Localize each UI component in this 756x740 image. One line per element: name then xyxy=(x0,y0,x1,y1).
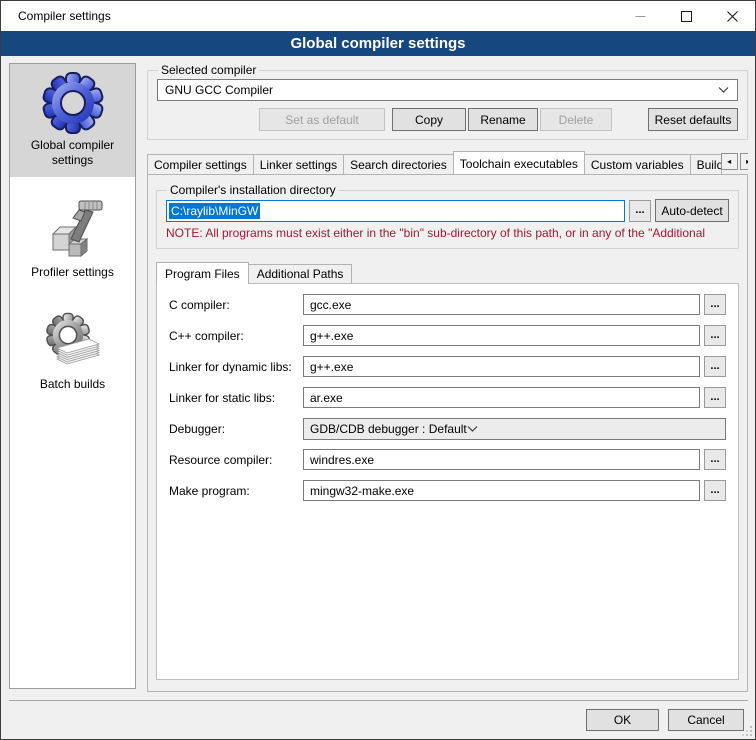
subtab-additional-paths[interactable]: Additional Paths xyxy=(248,264,353,283)
tab-linker-settings[interactable]: Linker settings xyxy=(253,154,344,174)
compiler-settings-window: Compiler settings Global compiler settin… xyxy=(0,0,756,740)
c-compiler-input[interactable]: gcc.exe xyxy=(303,294,700,315)
field-row: Linker for dynamic libs: g++.exe ... xyxy=(169,356,726,377)
titlebar: Compiler settings xyxy=(1,1,755,31)
c-compiler-label: C compiler: xyxy=(169,298,303,312)
selected-text: C:\raylib\MinGW xyxy=(169,203,260,219)
maximize-button[interactable] xyxy=(663,1,709,31)
toolchain-subtabs: Program Files Additional Paths xyxy=(156,261,739,283)
browse-directory-button[interactable]: ... xyxy=(629,200,651,222)
delete-button[interactable]: Delete xyxy=(540,108,612,131)
footer-divider xyxy=(9,700,748,701)
debugger-value: GDB/CDB debugger : Default xyxy=(310,422,467,436)
maximize-icon xyxy=(681,11,692,22)
dialog-header: Global compiler settings xyxy=(1,31,755,56)
minimize-icon xyxy=(635,11,646,22)
close-icon xyxy=(727,11,738,22)
dialog-content: Global compiler settings xyxy=(1,56,755,692)
resource-compiler-value: windres.exe xyxy=(310,453,374,467)
tab-compiler-settings[interactable]: Compiler settings xyxy=(147,154,254,174)
auto-detect-button[interactable]: Auto-detect xyxy=(655,199,729,222)
settings-sidebar: Global compiler settings xyxy=(9,63,136,689)
main-panel: Selected compiler GNU GCC Compiler Set a… xyxy=(147,63,748,692)
linker-static-label: Linker for static libs: xyxy=(169,391,303,405)
field-row: C compiler: gcc.exe ... xyxy=(169,294,726,315)
selected-compiler-legend: Selected compiler xyxy=(158,63,259,77)
tab-custom-variables[interactable]: Custom variables xyxy=(584,154,691,174)
minimize-button[interactable] xyxy=(617,1,663,31)
linker-dynamic-input[interactable]: g++.exe xyxy=(303,356,700,377)
compiler-buttons-row: Set as default Copy Rename Delete Reset … xyxy=(157,108,738,131)
browse-linker-dynamic-button[interactable]: ... xyxy=(704,356,726,377)
sidebar-item-profiler-settings[interactable]: Profiler settings xyxy=(10,191,135,289)
caption-buttons xyxy=(617,1,755,31)
sidebar-item-label: Profiler settings xyxy=(31,265,114,279)
subtab-program-files[interactable]: Program Files xyxy=(156,262,249,284)
sidebar-item-global-compiler-settings[interactable]: Global compiler settings xyxy=(10,64,135,177)
linker-static-value: ar.exe xyxy=(310,391,343,405)
browse-c-compiler-button[interactable]: ... xyxy=(704,294,726,315)
tab-scroll-left-icon[interactable]: ◂ xyxy=(721,153,738,170)
linker-static-input[interactable]: ar.exe xyxy=(303,387,700,408)
tab-build-truncated[interactable]: Build xyxy=(690,154,722,174)
compiler-combobox[interactable]: GNU GCC Compiler xyxy=(157,79,738,101)
set-as-default-button[interactable]: Set as default xyxy=(259,108,385,131)
installation-directory-input[interactable]: C:\raylib\MinGW xyxy=(166,200,625,222)
make-program-input[interactable]: mingw32-make.exe xyxy=(303,480,700,501)
resource-compiler-label: Resource compiler: xyxy=(169,453,303,467)
sidebar-item-batch-builds[interactable]: Batch builds xyxy=(10,303,135,401)
cancel-button[interactable]: Cancel xyxy=(668,709,744,731)
window-title: Compiler settings xyxy=(1,9,111,23)
c-compiler-value: gcc.exe xyxy=(310,298,351,312)
browse-cpp-compiler-button[interactable]: ... xyxy=(704,325,726,346)
linker-dynamic-label: Linker for dynamic libs: xyxy=(169,360,303,374)
selected-compiler-group: Selected compiler GNU GCC Compiler Set a… xyxy=(147,63,748,140)
debugger-label: Debugger: xyxy=(169,422,303,436)
cpp-compiler-label: C++ compiler: xyxy=(169,329,303,343)
program-files-panel: C compiler: gcc.exe ... C++ compiler: g+… xyxy=(156,283,739,680)
installation-directory-group: Compiler's installation directory C:\ray… xyxy=(156,183,739,249)
make-program-label: Make program: xyxy=(169,484,303,498)
chevron-down-icon xyxy=(467,426,478,432)
linker-dynamic-value: g++.exe xyxy=(310,360,353,374)
ok-button[interactable]: OK xyxy=(586,709,659,731)
footer-buttons: OK Cancel xyxy=(586,709,744,731)
chevron-down-icon xyxy=(718,87,729,93)
reset-defaults-button[interactable]: Reset defaults xyxy=(648,108,738,131)
debugger-combobox[interactable]: GDB/CDB debugger : Default xyxy=(303,418,726,440)
batch-builds-icon xyxy=(41,310,105,374)
sidebar-item-label: Batch builds xyxy=(40,377,105,391)
field-row: Linker for static libs: ar.exe ... xyxy=(169,387,726,408)
toolchain-executables-panel: Compiler's installation directory C:\ray… xyxy=(147,174,748,692)
resize-grip[interactable] xyxy=(742,726,753,737)
tab-toolchain-executables[interactable]: Toolchain executables xyxy=(453,151,585,174)
resource-compiler-input[interactable]: windres.exe xyxy=(303,449,700,470)
field-row: Make program: mingw32-make.exe ... xyxy=(169,480,726,501)
cpp-compiler-value: g++.exe xyxy=(310,329,353,343)
blue-gear-icon xyxy=(41,71,105,135)
tab-scroll-right-icon[interactable]: ▸ xyxy=(740,153,748,170)
browse-make-program-button[interactable]: ... xyxy=(704,480,726,501)
field-row: Resource compiler: windres.exe ... xyxy=(169,449,726,470)
rename-button[interactable]: Rename xyxy=(468,108,538,131)
cpp-compiler-input[interactable]: g++.exe xyxy=(303,325,700,346)
field-row: Debugger: GDB/CDB debugger : Default xyxy=(169,418,726,439)
installation-directory-legend: Compiler's installation directory xyxy=(167,183,339,197)
field-row: C++ compiler: g++.exe ... xyxy=(169,325,726,346)
main-tabstrip: Compiler settings Linker settings Search… xyxy=(147,150,748,174)
browse-resource-compiler-button[interactable]: ... xyxy=(704,449,726,470)
tab-scroll-buttons: ◂ ▸ xyxy=(721,153,748,170)
tab-search-directories[interactable]: Search directories xyxy=(343,154,454,174)
copy-button[interactable]: Copy xyxy=(392,108,466,131)
make-program-value: mingw32-make.exe xyxy=(310,484,414,498)
note-text: NOTE: All programs must exist either in … xyxy=(166,226,729,240)
close-button[interactable] xyxy=(709,1,755,31)
compiler-combobox-value: GNU GCC Compiler xyxy=(165,83,718,97)
installation-directory-row: C:\raylib\MinGW ... Auto-detect xyxy=(166,199,729,222)
sidebar-item-label: Global compiler settings xyxy=(31,138,114,167)
browse-linker-static-button[interactable]: ... xyxy=(704,387,726,408)
profiler-caliper-icon xyxy=(41,198,105,262)
